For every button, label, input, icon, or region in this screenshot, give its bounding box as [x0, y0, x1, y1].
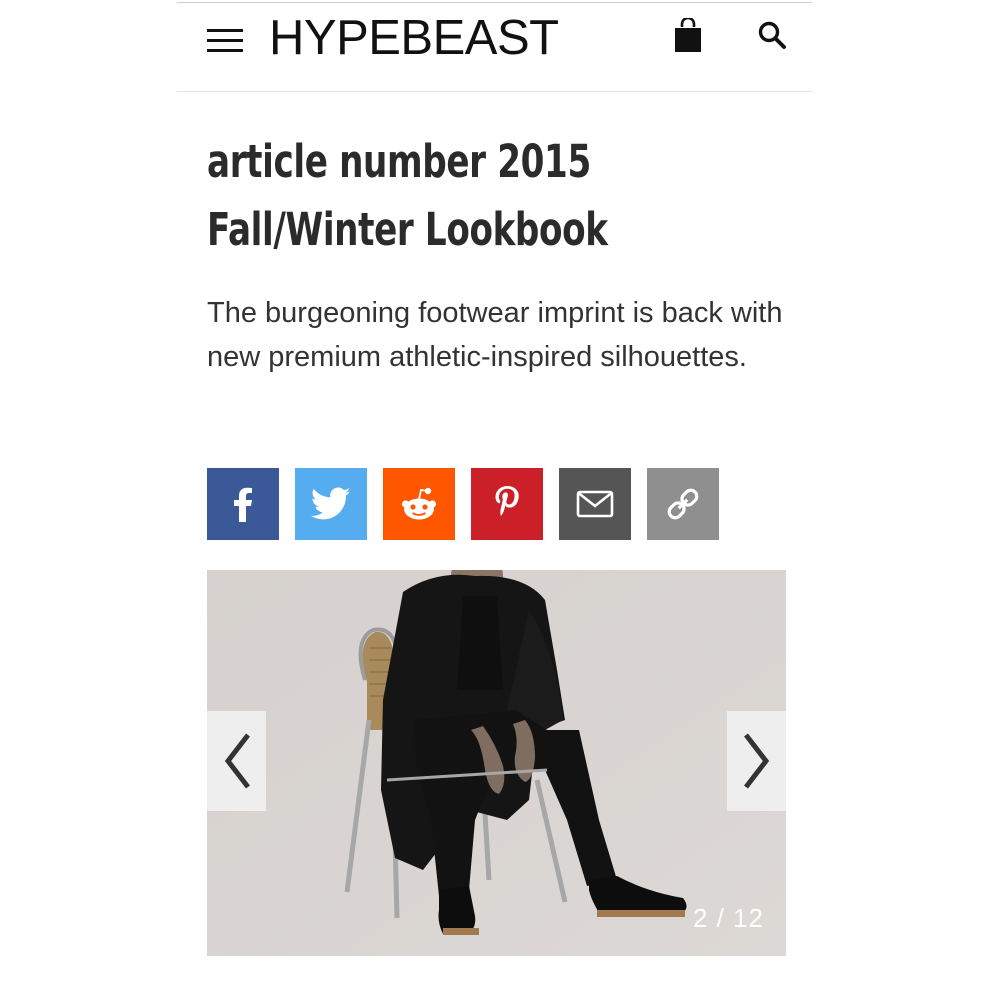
chevron-right-icon [743, 733, 769, 789]
hamburger-menu-icon[interactable] [207, 29, 243, 53]
article-page: HYPEBEAST article number 2015 Fall/Winte… [177, 0, 812, 989]
lookbook-gallery[interactable]: 2 / 12 [207, 570, 786, 956]
shopping-bag-icon[interactable] [672, 16, 704, 54]
share-link-button[interactable] [647, 468, 719, 540]
site-logo[interactable]: HYPEBEAST [269, 8, 559, 68]
search-icon[interactable] [757, 20, 787, 50]
site-header: HYPEBEAST [177, 3, 812, 92]
share-email-button[interactable] [559, 468, 631, 540]
chevron-left-icon [224, 733, 250, 789]
link-icon [667, 488, 699, 520]
share-facebook-button[interactable] [207, 468, 279, 540]
reddit-icon [401, 487, 437, 520]
facebook-icon [234, 487, 252, 522]
pinterest-icon [495, 486, 519, 516]
lookbook-photo [207, 570, 786, 956]
gallery-next-button[interactable] [727, 711, 786, 811]
gallery-counter: 2 / 12 [692, 903, 764, 933]
share-twitter-button[interactable] [295, 468, 367, 540]
share-reddit-button[interactable] [383, 468, 455, 540]
twitter-icon [311, 487, 351, 520]
email-icon [576, 490, 614, 518]
article-title-line-2: Fall/Winter Lookbook [207, 203, 608, 256]
article-subtitle: The burgeoning footwear imprint is back … [207, 297, 783, 373]
article-title-line-1: article number 2015 [207, 135, 591, 188]
gallery-prev-button[interactable] [207, 711, 266, 811]
share-pinterest-button[interactable] [471, 468, 543, 540]
article-title: article number 2015 Fall/Winter Lookbook [207, 128, 785, 264]
